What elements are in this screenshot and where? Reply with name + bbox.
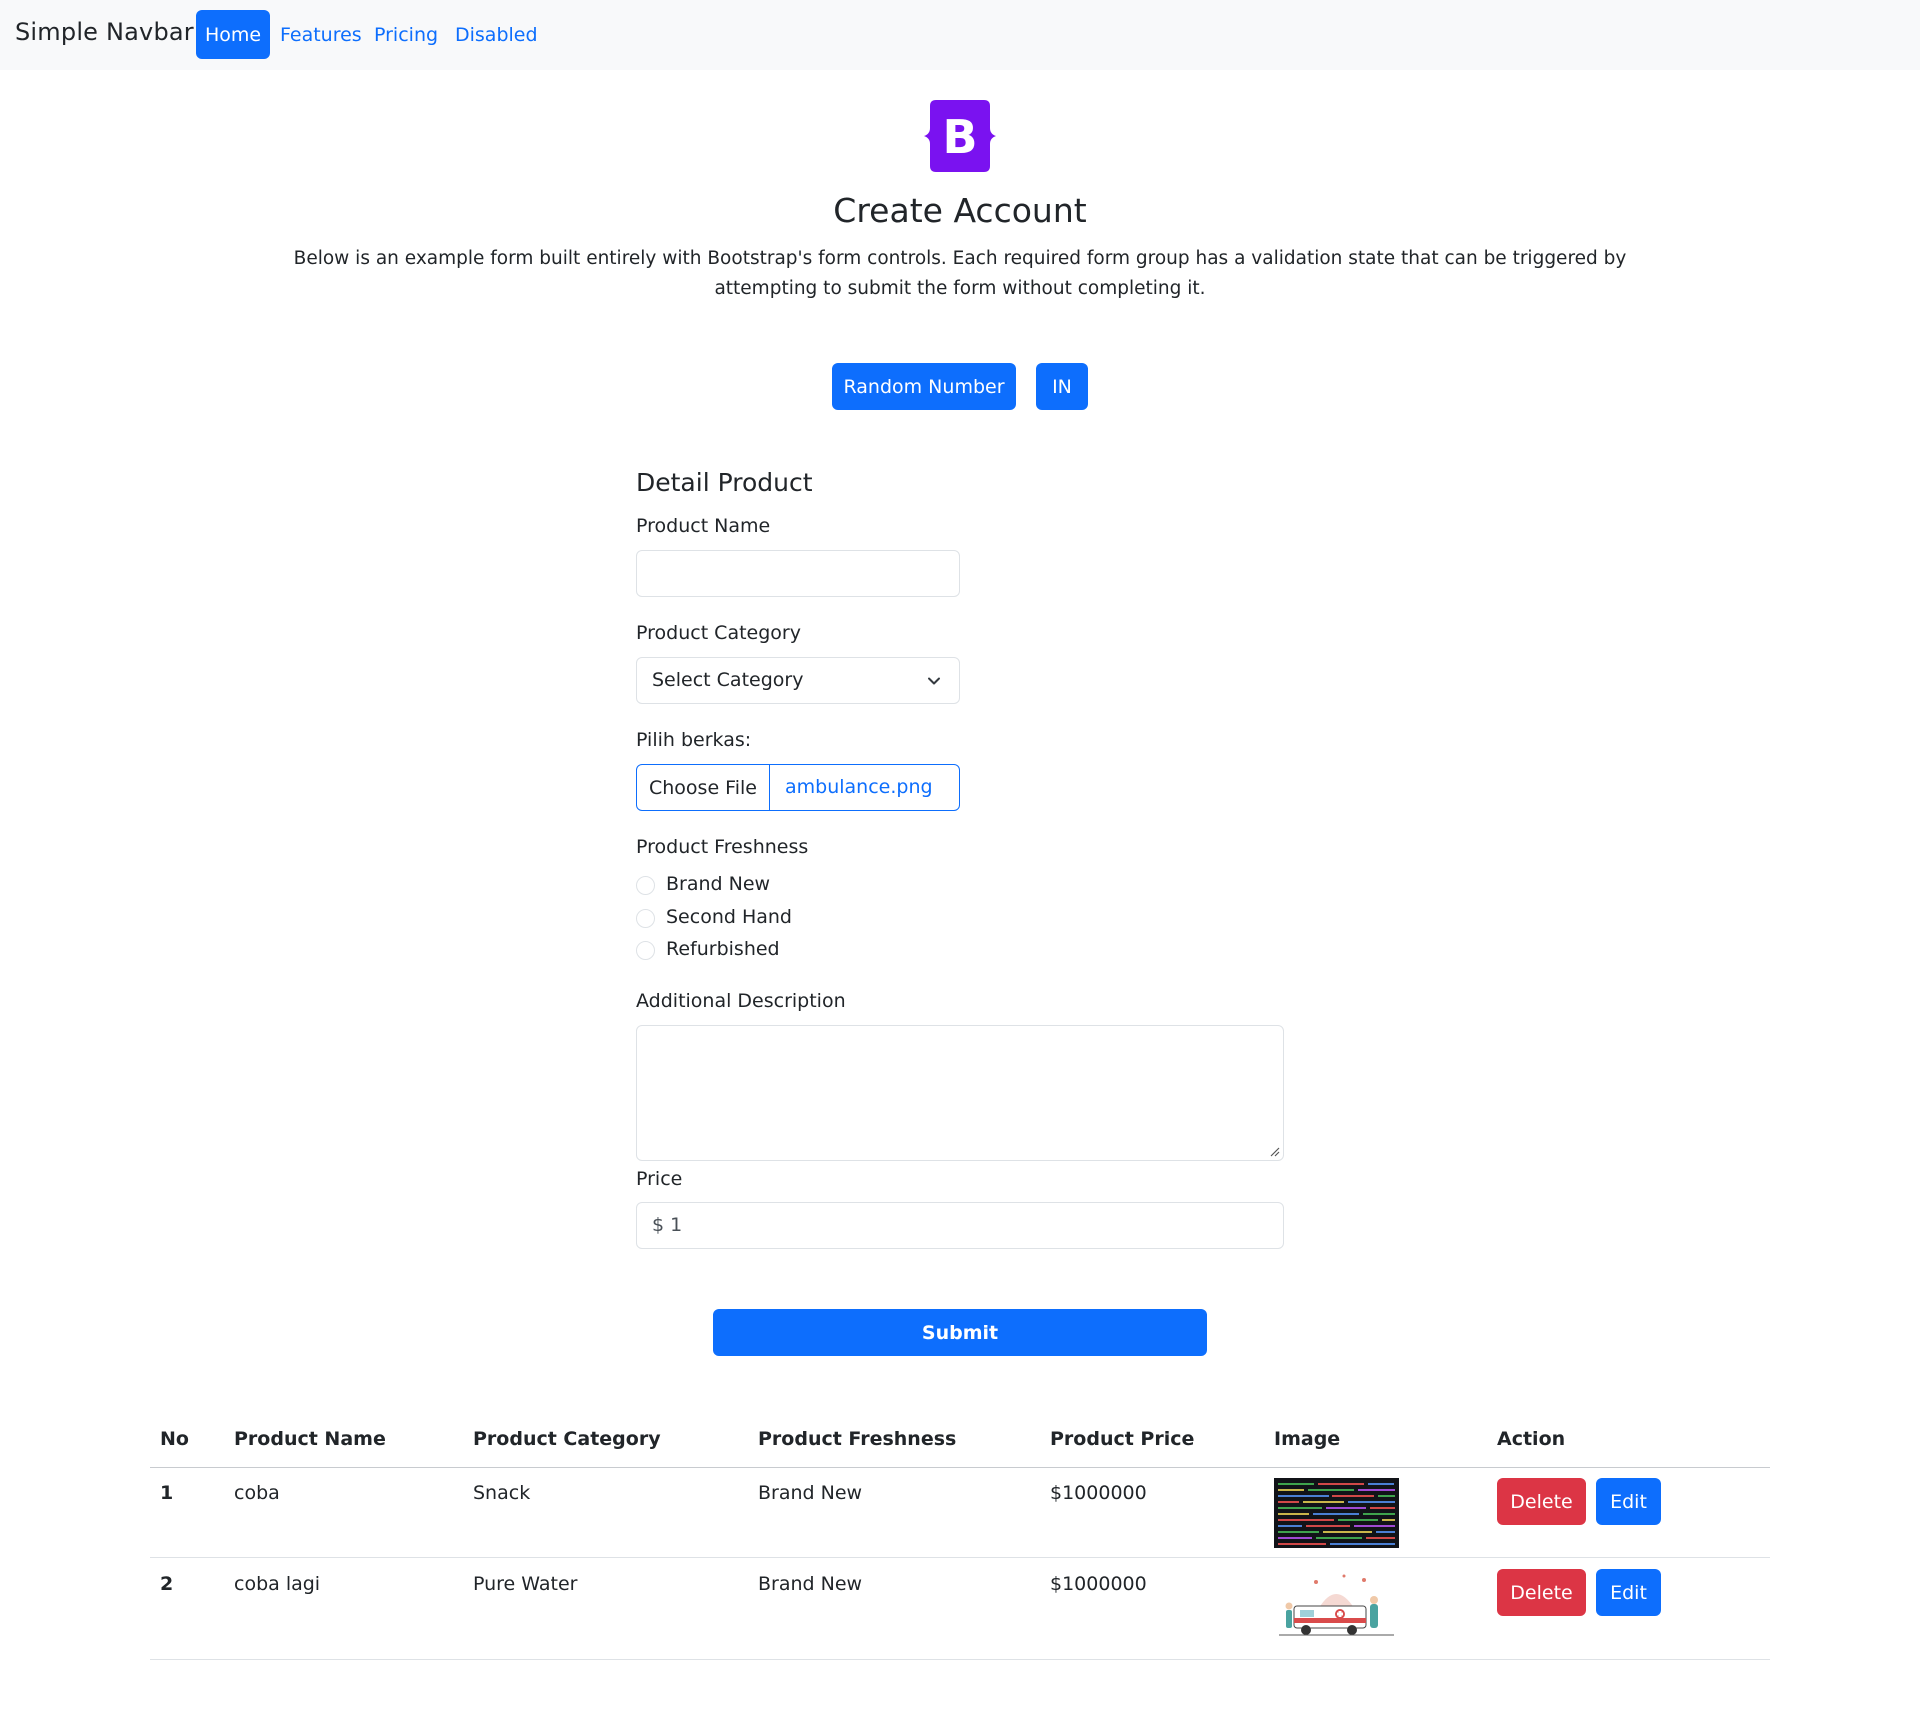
product-freshness-label: Product Freshness [636, 836, 809, 858]
price-value: $ 1 [652, 1214, 683, 1236]
file-input[interactable]: Choose File ambulance.png [636, 764, 960, 811]
cell-product-price: $1000000 [1050, 1573, 1147, 1595]
cell-product-price: $1000000 [1050, 1482, 1147, 1504]
radio-label: Refurbished [666, 938, 780, 960]
delete-button[interactable]: Delete [1497, 1569, 1586, 1616]
file-label: Pilih berkas: [636, 729, 752, 751]
cell-product-name: coba [234, 1482, 280, 1504]
code-screenshot-thumbnail [1274, 1478, 1399, 1548]
radio-label: Brand New [666, 873, 771, 895]
logo-letter: B [942, 110, 977, 164]
product-category-select[interactable]: Select Category [636, 657, 960, 704]
radio-label: Second Hand [666, 906, 792, 928]
choose-file-button[interactable]: Choose File [637, 765, 770, 810]
table-header-action: Action [1497, 1428, 1566, 1450]
nav-link-pricing[interactable]: Pricing [374, 24, 438, 46]
page-title: Create Account [833, 191, 1087, 230]
cell-product-name: coba lagi [234, 1573, 321, 1595]
table-header-image: Image [1274, 1428, 1341, 1450]
nav-link-home[interactable]: Home [196, 10, 270, 59]
language-button[interactable]: IN [1036, 363, 1088, 410]
random-number-button[interactable]: Random Number [832, 363, 1016, 410]
table-header-product-category: Product Category [473, 1428, 661, 1450]
table-header-product-price: Product Price [1050, 1428, 1195, 1450]
navbar-brand[interactable]: Simple Navbar [15, 18, 194, 46]
price-input[interactable]: $ 1 [636, 1202, 1284, 1249]
additional-description-textarea[interactable] [636, 1025, 1284, 1161]
edit-button[interactable]: Edit [1596, 1478, 1661, 1525]
radio-circle[interactable] [636, 909, 655, 928]
table-header-product-freshness: Product Freshness [758, 1428, 957, 1450]
section-title: Detail Product [636, 468, 813, 497]
bootstrap-logo-icon: B [924, 100, 996, 172]
edit-button[interactable]: Edit [1596, 1569, 1661, 1616]
delete-button[interactable]: Delete [1497, 1478, 1586, 1525]
chevron-down-icon [928, 677, 940, 685]
table-header-product-name: Product Name [234, 1428, 386, 1450]
nav-link-disabled[interactable]: Disabled [455, 24, 538, 46]
cell-product-category: Pure Water [473, 1573, 578, 1595]
resize-grip-icon[interactable] [1270, 1147, 1280, 1157]
additional-description-label: Additional Description [636, 990, 846, 1012]
price-label: Price [636, 1168, 683, 1190]
product-category-label: Product Category [636, 622, 801, 644]
cell-product-category: Snack [473, 1482, 531, 1504]
ambulance-illustration-thumbnail [1274, 1570, 1399, 1640]
cell-product-freshness: Brand New [758, 1482, 863, 1504]
table-header-no: No [160, 1428, 189, 1450]
product-name-input[interactable] [636, 550, 960, 597]
nav-link-features[interactable]: Features [280, 24, 362, 46]
row-divider [150, 1659, 1770, 1660]
row-divider [150, 1557, 1770, 1558]
navbar: Simple Navbar Home Features Pricing Disa… [0, 0, 1920, 70]
table-header-divider [150, 1467, 1770, 1468]
cell-no: 1 [160, 1482, 174, 1504]
cell-product-freshness: Brand New [758, 1573, 863, 1595]
cell-no: 2 [160, 1573, 174, 1595]
radio-circle[interactable] [636, 876, 655, 895]
page-lead: Below is an example form built entirely … [293, 248, 1627, 299]
submit-button[interactable]: Submit [713, 1309, 1207, 1356]
product-name-label: Product Name [636, 515, 771, 537]
radio-circle[interactable] [636, 941, 655, 960]
file-name: ambulance.png [785, 776, 933, 798]
product-category-value: Select Category [652, 669, 804, 691]
